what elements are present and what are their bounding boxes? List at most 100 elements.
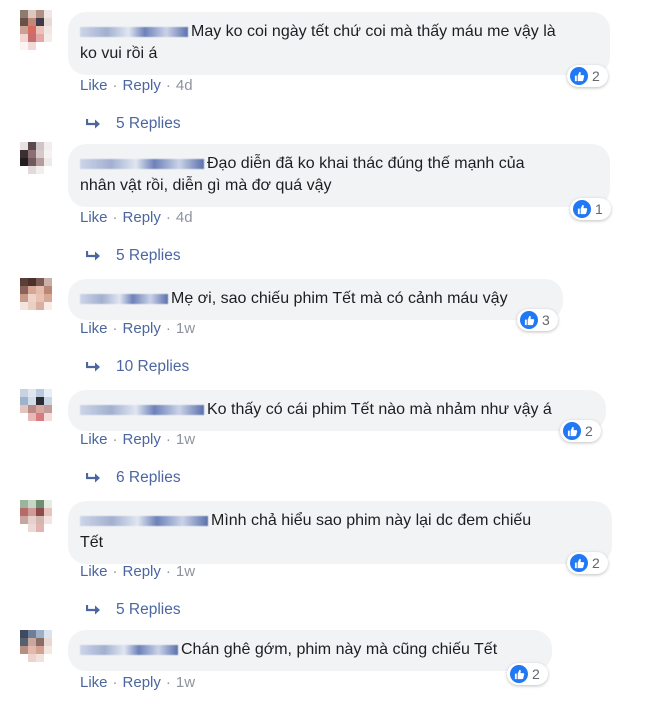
reaction-number: 2 xyxy=(592,555,600,571)
commenter-name-blurred[interactable] xyxy=(80,293,168,304)
reaction-number: 2 xyxy=(585,423,593,439)
view-replies-link[interactable]: 10 Replies xyxy=(86,358,189,376)
commenter-name-blurred[interactable] xyxy=(80,515,208,526)
replies-count[interactable]: 5 Replies xyxy=(116,115,181,133)
thumbs-up-icon xyxy=(510,665,528,683)
replies-count[interactable]: 6 Replies xyxy=(116,469,181,487)
avatar[interactable] xyxy=(20,278,52,318)
reaction-count[interactable]: 2 xyxy=(507,663,548,685)
thumbs-up-icon xyxy=(573,200,591,218)
comment-actions: Like · Reply · 1w xyxy=(80,431,195,448)
comment: May ko coi ngày tết chứ coi mà thấy máu … xyxy=(0,0,660,133)
separator: · xyxy=(165,674,171,691)
reply-arrow-icon xyxy=(86,473,100,483)
separator: · xyxy=(112,431,118,448)
reaction-number: 2 xyxy=(532,666,540,682)
commenter-name-blurred[interactable] xyxy=(80,26,188,37)
commenter-name-blurred[interactable] xyxy=(80,644,178,655)
comment: Chán ghê gớm, phim này mà cũng chiếu Tết… xyxy=(0,618,660,708)
avatar[interactable] xyxy=(20,500,52,540)
separator: · xyxy=(112,674,118,691)
reply-arrow-icon xyxy=(86,362,100,372)
reaction-count[interactable]: 2 xyxy=(567,552,608,574)
comment: Đạo diễn đã ko khai thác đúng thế mạnh c… xyxy=(0,132,660,265)
like-link[interactable]: Like xyxy=(80,431,108,448)
separator: · xyxy=(112,209,118,226)
thumbs-up-icon xyxy=(570,67,588,85)
view-replies-link[interactable]: 5 Replies xyxy=(86,247,181,265)
reply-arrow-icon xyxy=(86,251,100,261)
separator: · xyxy=(112,77,118,94)
commenter-name-blurred[interactable] xyxy=(80,404,204,415)
like-link[interactable]: Like xyxy=(80,320,108,337)
separator: · xyxy=(165,320,171,337)
separator: · xyxy=(165,77,171,94)
comment-text-continued: ko vui rồi á xyxy=(80,45,158,62)
comment-actions: Like · Reply · 4d xyxy=(80,209,193,226)
reply-arrow-icon xyxy=(86,119,100,129)
thumbs-up-icon xyxy=(563,422,581,440)
replies-count[interactable]: 5 Replies xyxy=(116,247,181,265)
reaction-count[interactable]: 2 xyxy=(567,65,608,87)
avatar[interactable] xyxy=(20,389,52,429)
avatar[interactable] xyxy=(20,142,52,182)
reply-link[interactable]: Reply xyxy=(123,320,161,337)
separator: · xyxy=(165,431,171,448)
comment-text: Chán ghê gớm, phim này mà cũng chiếu Tết xyxy=(181,641,498,658)
reaction-count[interactable]: 3 xyxy=(517,309,558,331)
like-link[interactable]: Like xyxy=(80,674,108,691)
reply-link[interactable]: Reply xyxy=(123,209,161,226)
reply-link[interactable]: Reply xyxy=(123,674,161,691)
comment-actions: Like · Reply · 4d xyxy=(80,77,193,94)
comment-text: Ko thấy có cái phim Tết nào mà nhảm như … xyxy=(207,401,552,418)
comment: Mình chả hiểu sao phim này lại dc đem ch… xyxy=(0,486,660,619)
reply-link[interactable]: Reply xyxy=(123,77,161,94)
timestamp[interactable]: 1w xyxy=(176,563,195,580)
avatar[interactable] xyxy=(20,630,52,670)
comment-bubble: Chán ghê gớm, phim này mà cũng chiếu Tết xyxy=(68,630,552,671)
reaction-number: 2 xyxy=(592,68,600,84)
comment-text: Mình chả hiểu sao phim này lại dc đem ch… xyxy=(211,512,532,529)
reply-link[interactable]: Reply xyxy=(123,563,161,580)
timestamp[interactable]: 1w xyxy=(176,431,195,448)
reply-link[interactable]: Reply xyxy=(123,431,161,448)
thumbs-up-icon xyxy=(520,311,538,329)
separator: · xyxy=(112,320,118,337)
timestamp[interactable]: 4d xyxy=(176,209,193,226)
thumbs-up-icon xyxy=(570,554,588,572)
reaction-number: 1 xyxy=(595,201,603,217)
comment-actions: Like · Reply · 1w xyxy=(80,320,195,337)
avatar[interactable] xyxy=(20,10,52,50)
reaction-count[interactable]: 1 xyxy=(570,198,611,220)
comment-bubble: Mình chả hiểu sao phim này lại dc đem ch… xyxy=(68,501,612,564)
timestamp[interactable]: 1w xyxy=(176,674,195,691)
comment-text-continued: Tết xyxy=(80,534,104,551)
comment-bubble: Ko thấy có cái phim Tết nào mà nhảm như … xyxy=(68,390,606,431)
reply-arrow-icon xyxy=(86,605,100,615)
comment-text: May ko coi ngày tết chứ coi mà thấy máu … xyxy=(191,23,556,40)
reaction-number: 3 xyxy=(542,312,550,328)
replies-count[interactable]: 5 Replies xyxy=(116,601,181,619)
view-replies-link[interactable]: 6 Replies xyxy=(86,469,181,487)
comment-text-continued: nhân vật rồi, diễn gì mà đơ quá vậy xyxy=(80,177,332,194)
comment-text: Đạo diễn đã ko khai thác đúng thế mạnh c… xyxy=(207,155,525,172)
comment-actions: Like · Reply · 1w xyxy=(80,563,195,580)
comment-actions: Like · Reply · 1w xyxy=(80,674,195,691)
comment-bubble: Mẹ ơi, sao chiếu phim Tết mà có cảnh máu… xyxy=(68,279,563,320)
like-link[interactable]: Like xyxy=(80,209,108,226)
replies-count[interactable]: 10 Replies xyxy=(116,358,189,376)
comment-text: Mẹ ơi, sao chiếu phim Tết mà có cảnh máu… xyxy=(171,290,508,307)
view-replies-link[interactable]: 5 Replies xyxy=(86,115,181,133)
comment-bubble: Đạo diễn đã ko khai thác đúng thế mạnh c… xyxy=(68,144,610,207)
like-link[interactable]: Like xyxy=(80,77,108,94)
separator: · xyxy=(165,563,171,580)
reaction-count[interactable]: 2 xyxy=(560,420,601,442)
timestamp[interactable]: 1w xyxy=(176,320,195,337)
separator: · xyxy=(165,209,171,226)
timestamp[interactable]: 4d xyxy=(176,77,193,94)
like-link[interactable]: Like xyxy=(80,563,108,580)
comment-bubble: May ko coi ngày tết chứ coi mà thấy máu … xyxy=(68,12,610,75)
separator: · xyxy=(112,563,118,580)
commenter-name-blurred[interactable] xyxy=(80,158,204,169)
view-replies-link[interactable]: 5 Replies xyxy=(86,601,181,619)
